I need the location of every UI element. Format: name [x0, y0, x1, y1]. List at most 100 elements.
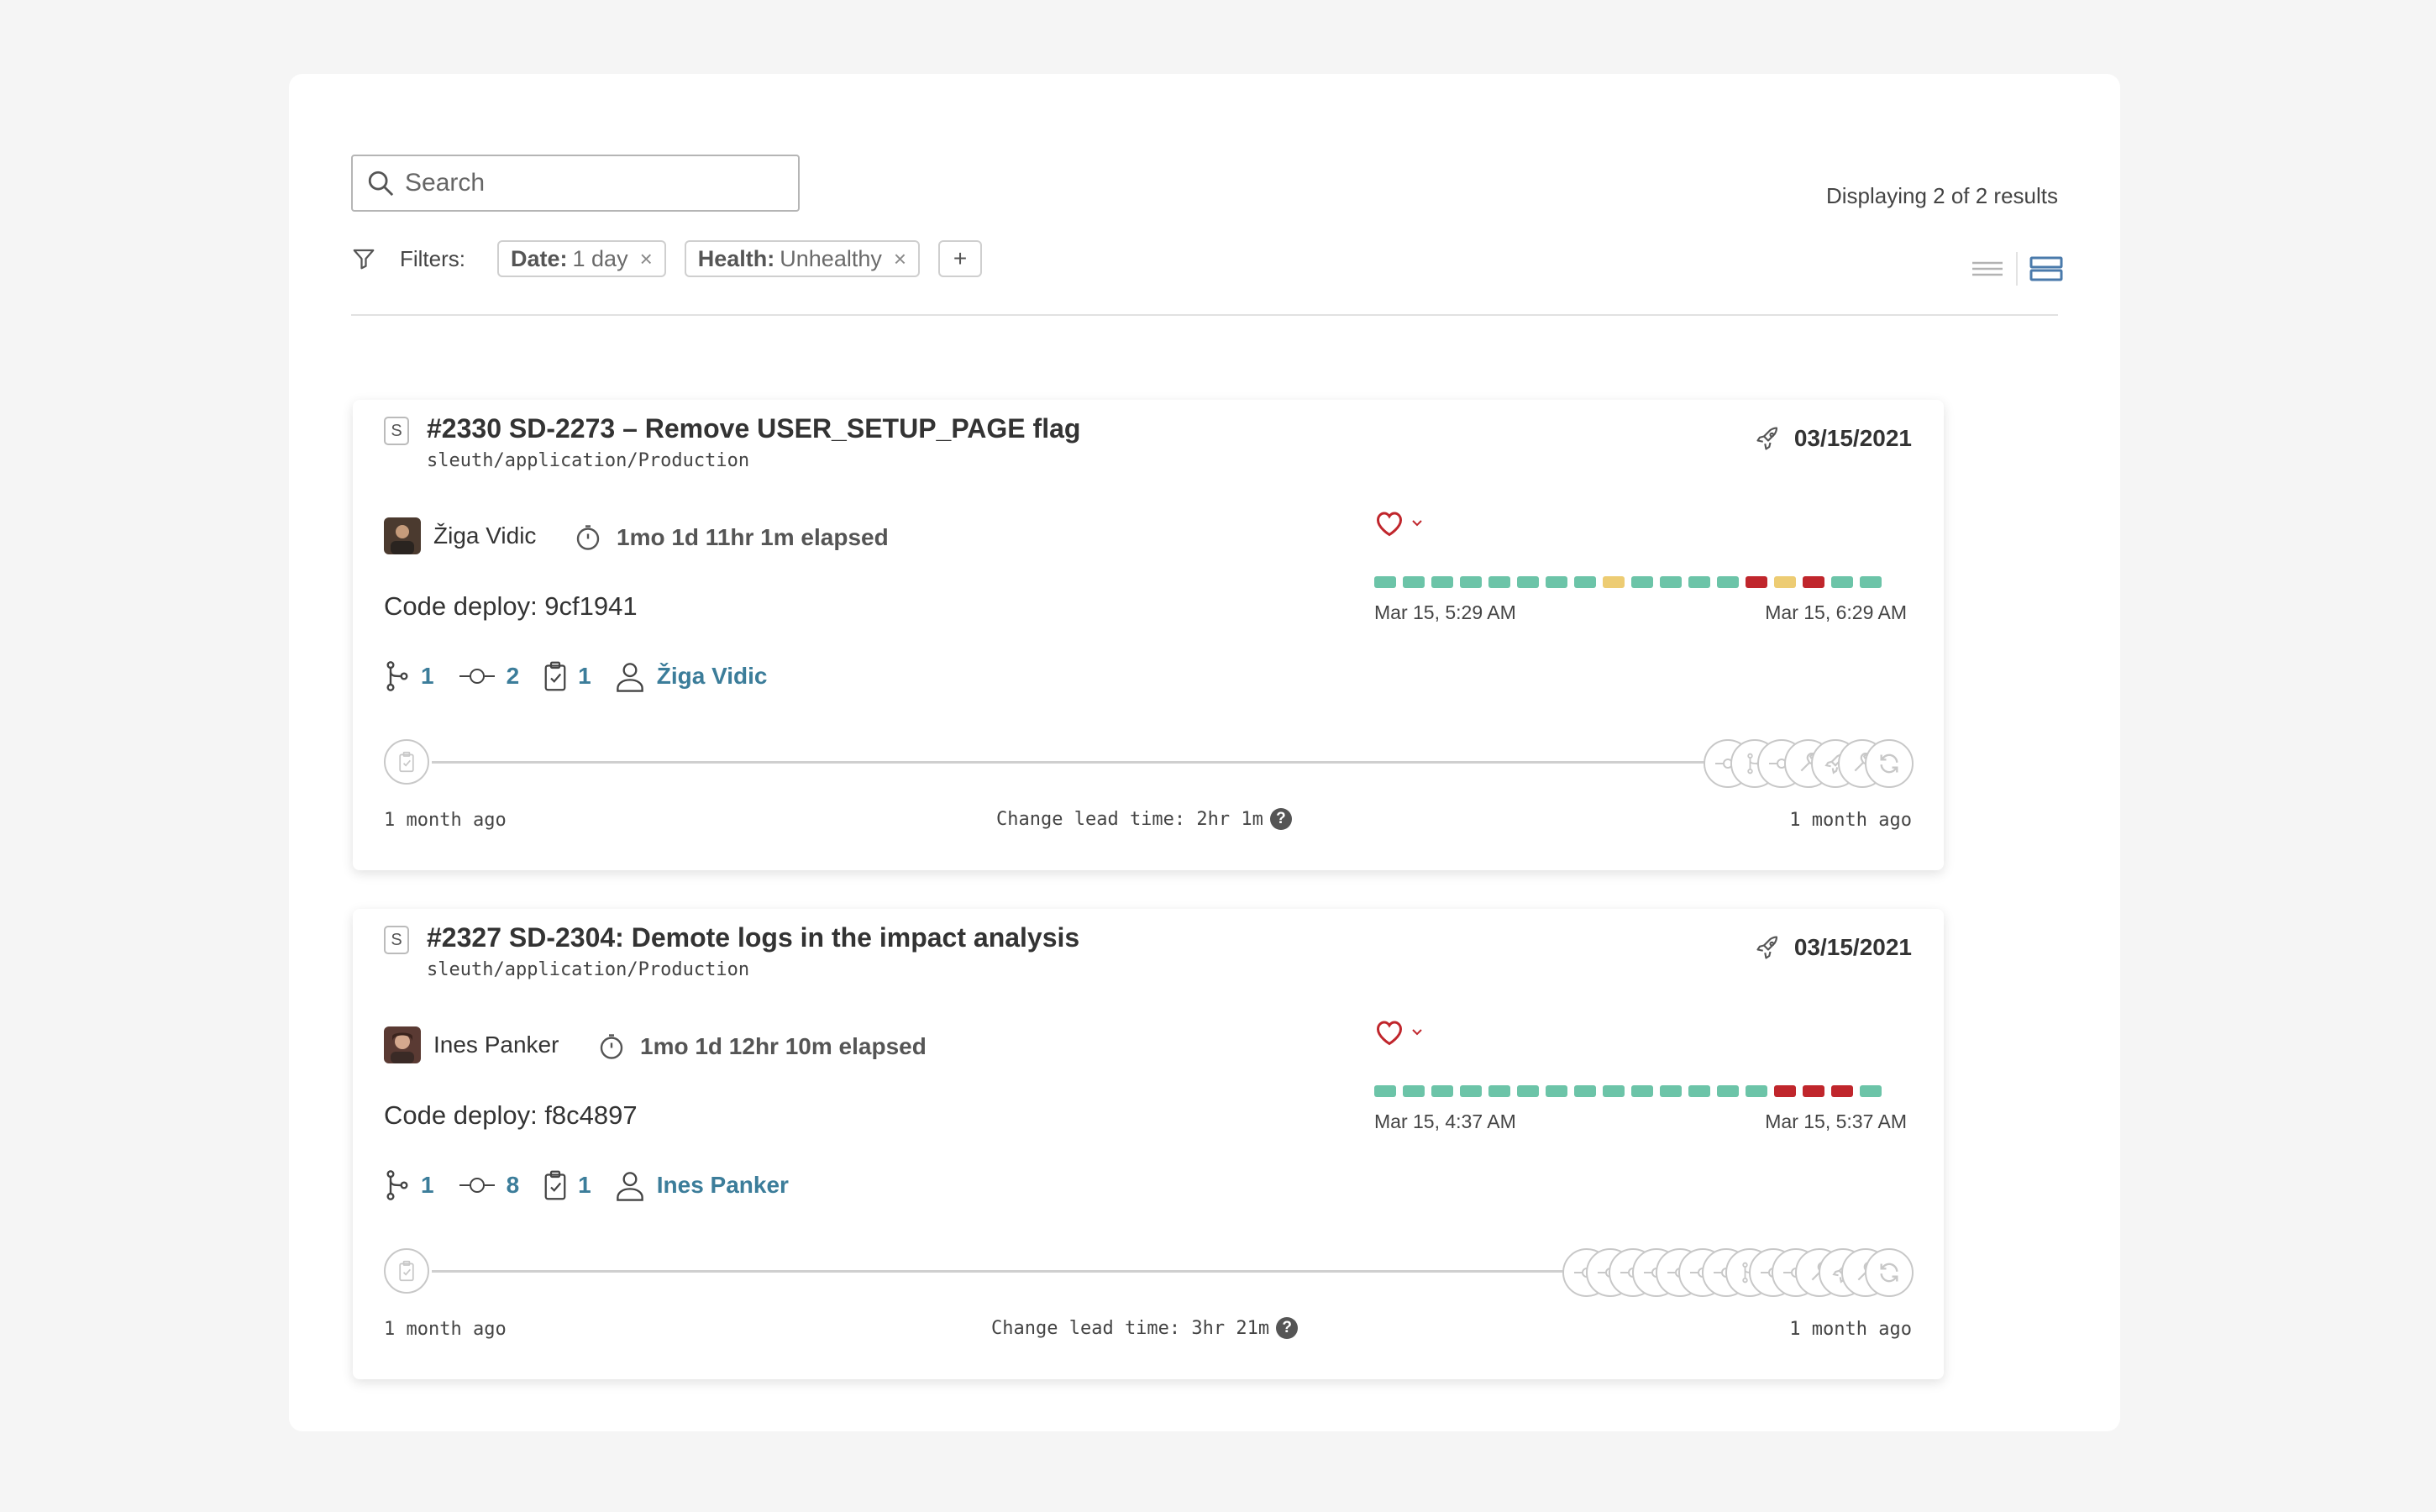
health-bar-healthy[interactable] — [1631, 576, 1653, 588]
health-bar-healthy[interactable] — [1374, 1085, 1396, 1097]
elapsed-text: 1mo 1d 11hr 1m elapsed — [617, 524, 889, 550]
author-link[interactable]: Ines Panker — [657, 1172, 789, 1199]
health-bar-healthy[interactable] — [1431, 1085, 1453, 1097]
heart-icon — [1376, 1021, 1403, 1046]
deployment-path: sleuth/application/Production — [427, 450, 750, 471]
source-badge: S — [384, 926, 409, 954]
deployment-title[interactable]: #2327 SD-2304: Demote logs in the impact… — [427, 922, 1079, 953]
user-icon — [616, 1172, 643, 1201]
health-bar-healthy[interactable] — [1488, 576, 1510, 588]
health-bar-healthy[interactable] — [1717, 1085, 1739, 1097]
author-link[interactable]: Žiga Vidic — [657, 663, 768, 690]
clipboard-check-icon — [399, 751, 414, 773]
flow-node[interactable] — [1865, 739, 1914, 788]
source-badge: S — [384, 417, 409, 445]
view-toggle — [1971, 252, 2063, 286]
filter-chip-key: Date: — [511, 245, 568, 271]
health-bar-healthy[interactable] — [1546, 576, 1567, 588]
flow-track — [432, 761, 1821, 764]
flow-end-time: 1 month ago — [1789, 1319, 1912, 1340]
health-bar-healthy[interactable] — [1603, 1085, 1625, 1097]
remove-filter-icon[interactable]: × — [640, 246, 653, 272]
health-bar-warning[interactable] — [1603, 576, 1625, 588]
user-icon — [616, 663, 643, 692]
filter-chip-health[interactable]: Health: Unhealthy × — [684, 240, 921, 277]
deployment-stats: 1 2 1 Žiga Vidic — [384, 660, 767, 692]
add-filter-button[interactable]: + — [938, 240, 983, 277]
pull-request-count[interactable]: 1 — [421, 1172, 434, 1199]
health-bar-healthy[interactable] — [1688, 1085, 1710, 1097]
health-bar-healthy[interactable] — [1574, 576, 1596, 588]
issue-count[interactable]: 1 — [578, 663, 591, 690]
filter-chip-value: 1 day — [572, 245, 628, 271]
health-bar-healthy[interactable] — [1403, 576, 1425, 588]
health-dropdown[interactable] — [1374, 509, 1423, 538]
filter-chip-date[interactable]: Date: 1 day × — [497, 240, 666, 277]
health-bar-healthy[interactable] — [1831, 576, 1853, 588]
health-bar-healthy[interactable] — [1746, 1085, 1767, 1097]
elapsed-time: 1mo 1d 11hr 1m elapsed — [573, 522, 889, 553]
deploys-panel: Search Displaying 2 of 2 results Filters… — [289, 74, 2120, 1431]
elapsed-time: 1mo 1d 12hr 10m elapsed — [596, 1032, 927, 1062]
view-toggle-divider — [2016, 252, 2018, 286]
filter-chip-key: Health: — [697, 245, 775, 271]
clipboard-check-icon — [544, 661, 566, 691]
health-bar-healthy[interactable] — [1460, 1085, 1482, 1097]
list-view-icon[interactable] — [1971, 256, 2004, 281]
health-bar-healthy[interactable] — [1660, 1085, 1682, 1097]
filter-chip-value: Unhealthy — [780, 245, 882, 271]
health-bar-healthy[interactable] — [1374, 576, 1396, 588]
health-bar-healthy[interactable] — [1403, 1085, 1425, 1097]
deployment-card[interactable]: S #2330 SD-2273 – Remove USER_SETUP_PAGE… — [353, 400, 1944, 870]
commit-count[interactable]: 8 — [507, 1172, 520, 1199]
health-bar-unhealthy[interactable] — [1831, 1085, 1853, 1097]
rocket-icon — [1756, 427, 1777, 450]
pull-request-count[interactable]: 1 — [421, 663, 434, 690]
flow-start-node[interactable] — [384, 1248, 429, 1294]
avatar — [384, 517, 421, 554]
health-bar-healthy[interactable] — [1517, 1085, 1539, 1097]
timeline-end: Mar 15, 5:37 AM — [1765, 1110, 1907, 1132]
flow-node[interactable] — [1865, 1248, 1914, 1297]
code-deploy-label: Code deploy: 9cf1941 — [384, 591, 638, 621]
author-name: Ines Panker — [433, 1032, 559, 1058]
commit-icon — [459, 669, 495, 684]
results-count: Displaying 2 of 2 results — [1825, 183, 2058, 208]
health-bar-healthy[interactable] — [1688, 576, 1710, 588]
issue-count[interactable]: 1 — [578, 1172, 591, 1199]
health-bar-healthy[interactable] — [1517, 576, 1539, 588]
health-dropdown[interactable] — [1374, 1018, 1423, 1047]
health-bar-unhealthy[interactable] — [1774, 1085, 1796, 1097]
flow-start-time: 1 month ago — [384, 1319, 507, 1340]
code-deploy-label: Code deploy: f8c4897 — [384, 1100, 638, 1130]
health-bar-unhealthy[interactable] — [1803, 576, 1824, 588]
health-bar-healthy[interactable] — [1488, 1085, 1510, 1097]
health-bar-healthy[interactable] — [1460, 576, 1482, 588]
health-bar-warning[interactable] — [1774, 576, 1796, 588]
search-input[interactable]: Search — [351, 155, 800, 212]
deployment-path: sleuth/application/Production — [427, 959, 750, 980]
health-bar-unhealthy[interactable] — [1803, 1085, 1824, 1097]
flow-start-node[interactable] — [384, 739, 429, 785]
health-bar-healthy[interactable] — [1546, 1085, 1567, 1097]
health-bar-unhealthy[interactable] — [1746, 576, 1767, 588]
search-placeholder: Search — [405, 169, 486, 197]
health-bar-healthy[interactable] — [1631, 1085, 1653, 1097]
health-bar-healthy[interactable] — [1717, 576, 1739, 588]
clipboard-check-icon — [544, 1170, 566, 1200]
health-bar-healthy[interactable] — [1660, 576, 1682, 588]
deployment-card[interactable]: S #2327 SD-2304: Demote logs in the impa… — [353, 909, 1944, 1379]
card-view-icon[interactable] — [2029, 255, 2063, 282]
commit-count[interactable]: 2 — [507, 663, 520, 690]
health-bar-healthy[interactable] — [1860, 1085, 1882, 1097]
help-icon[interactable]: ? — [1276, 1317, 1299, 1339]
health-bar-healthy[interactable] — [1860, 576, 1882, 588]
avatar — [384, 1026, 421, 1063]
remove-filter-icon[interactable]: × — [894, 246, 906, 272]
help-icon[interactable]: ? — [1269, 808, 1292, 830]
stopwatch-icon — [576, 525, 600, 550]
deployment-title[interactable]: #2330 SD-2273 – Remove USER_SETUP_PAGE f… — [427, 413, 1080, 444]
health-bar-healthy[interactable] — [1574, 1085, 1596, 1097]
lead-time: Change lead time: 2hr 1m ? — [996, 808, 1292, 830]
health-bar-healthy[interactable] — [1431, 576, 1453, 588]
